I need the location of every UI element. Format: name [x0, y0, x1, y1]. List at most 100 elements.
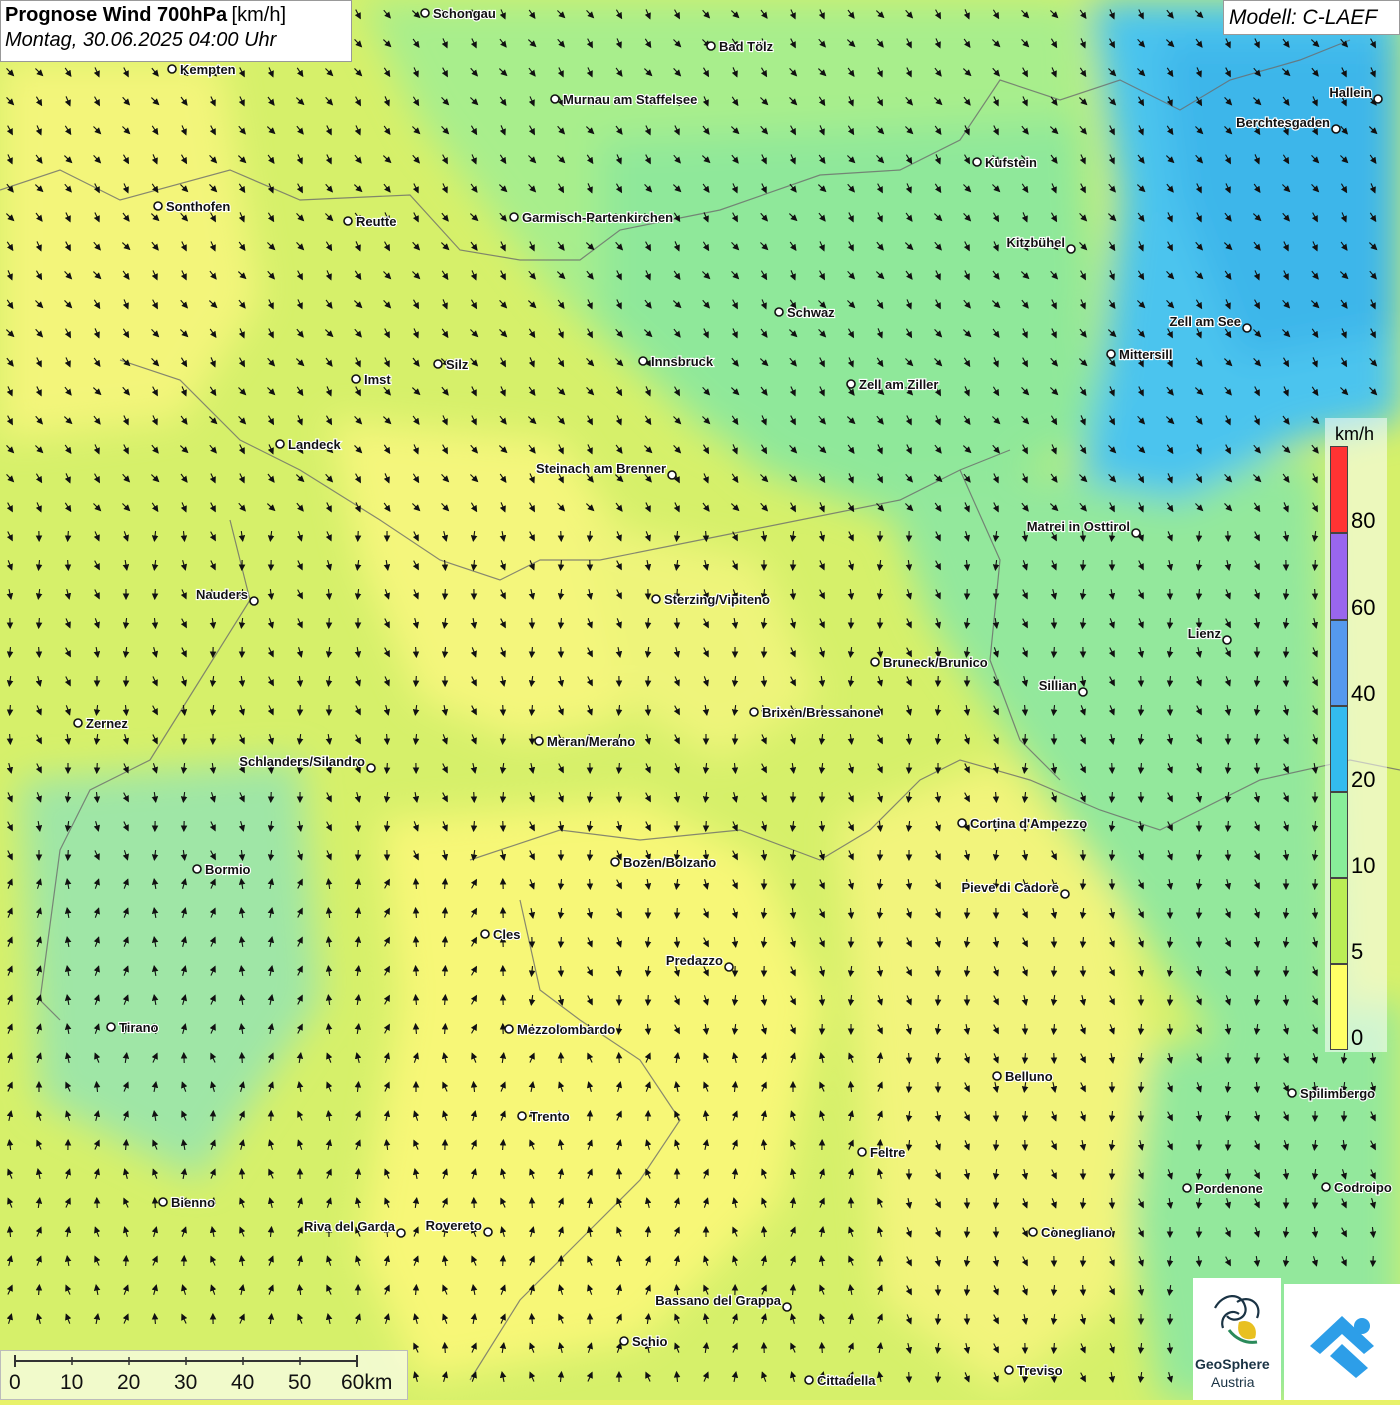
- legend-label-20: 20: [1351, 767, 1375, 793]
- wind-arrow: [387, 763, 388, 773]
- city-dot-icon: [107, 1023, 115, 1031]
- wind-map: SchongauKemptenBad TölzMurnau am Staffel…: [0, 0, 1400, 1400]
- city-dot-icon: [74, 719, 82, 727]
- city-label: Lienz: [1188, 626, 1222, 641]
- city-dot-icon: [1183, 1184, 1191, 1192]
- city-dot-icon: [1029, 1228, 1037, 1236]
- scale-bar: 0 10 20 30 40 50 60km: [0, 1350, 408, 1400]
- city-label: Bienno: [171, 1195, 215, 1210]
- city-label: Pieve di Cadore: [961, 880, 1059, 895]
- city-dot-icon: [168, 65, 176, 73]
- wind-arrow: [1228, 821, 1229, 831]
- wind-arrow: [590, 879, 591, 889]
- color-legend: km/h 80 60 40 20 10 5 0: [1325, 418, 1387, 1052]
- wind-arrow: [996, 1111, 997, 1121]
- scale-label-30: 30: [174, 1371, 197, 1395]
- city-label: Garmisch-Partenkirchen: [522, 210, 673, 225]
- city-label: Tirano: [119, 1020, 159, 1035]
- city-label: Belluno: [1005, 1069, 1053, 1084]
- title-box: Prognose Wind 700hPa [km/h] Montag, 30.0…: [0, 0, 352, 62]
- weather-app-logo[interactable]: [1284, 1284, 1400, 1400]
- city-label: Kufstein: [985, 155, 1037, 170]
- city-dot-icon: [193, 865, 201, 873]
- wind-arrow: [1257, 1053, 1258, 1063]
- wind-arrow: [706, 821, 707, 831]
- city-dot-icon: [871, 658, 879, 666]
- wind-arrow: [1112, 1169, 1113, 1179]
- city-label: Bassano del Grappa: [655, 1293, 781, 1308]
- city-marker: Murnau am Staffelsee: [551, 92, 697, 107]
- city-dot-icon: [367, 764, 375, 772]
- city-label: Innsbruck: [651, 354, 714, 369]
- city-label: Zell am See: [1169, 314, 1241, 329]
- scale-label-60km: 60km: [341, 1371, 392, 1395]
- wind-arrow: [39, 647, 40, 657]
- city-label: Rovereto: [426, 1218, 482, 1233]
- wind-arrow: [1199, 908, 1200, 918]
- geosphere-swirl-icon: [1193, 1278, 1281, 1354]
- city-marker: Bozen/Bolzano: [611, 855, 716, 870]
- scale-ruler: [1, 1351, 409, 1371]
- city-dot-icon: [858, 1148, 866, 1156]
- city-label: Cortina d'Ampezzo: [970, 816, 1087, 831]
- city-dot-icon: [847, 380, 855, 388]
- wind-arrow: [68, 531, 69, 541]
- city-label: Schio: [632, 1334, 667, 1349]
- city-dot-icon: [535, 737, 543, 745]
- city-label: Codroipo: [1334, 1180, 1392, 1195]
- city-dot-icon: [1067, 245, 1075, 253]
- city-dot-icon: [1223, 636, 1231, 644]
- city-label: Conegliano: [1041, 1225, 1112, 1240]
- city-marker: Brixen/Bressanone: [750, 705, 881, 720]
- wind-arrow: [938, 995, 939, 1005]
- city-label: Zernez: [86, 716, 128, 731]
- wind-arrow: [1170, 995, 1171, 1005]
- city-dot-icon: [1374, 95, 1382, 103]
- wind-arrow: [10, 705, 11, 715]
- city-label: Zell am Ziller: [859, 377, 938, 392]
- legend-bar-60: [1330, 533, 1348, 620]
- city-dot-icon: [775, 308, 783, 316]
- wind-arrow: [1141, 1111, 1142, 1121]
- city-label: Berchtesgaden: [1236, 115, 1330, 130]
- wind-arrow: [822, 1343, 823, 1353]
- wind-arrow: [619, 763, 620, 773]
- wind-arrow: [938, 1285, 939, 1295]
- legend-unit: km/h: [1335, 424, 1374, 445]
- legend-bar-20: [1330, 706, 1348, 792]
- city-label: Kitzbühel: [1007, 235, 1066, 250]
- wind-arrow: [735, 734, 736, 744]
- forecast-date: Montag, 30.06.2025 04:00 Uhr: [5, 29, 347, 52]
- wind-arrow: [764, 647, 765, 657]
- wind-arrow: [1054, 647, 1055, 657]
- wind-arrow: [416, 676, 417, 686]
- wind-arrow: [1170, 1024, 1171, 1034]
- city-label: Schongau: [433, 6, 496, 21]
- wind-arrow: [1170, 589, 1171, 599]
- wind-arrow: [1257, 734, 1258, 744]
- model-label: Modell: C-LAEF: [1223, 0, 1400, 35]
- wind-arrow: [619, 792, 620, 802]
- city-label: Spilimbergo: [1300, 1086, 1375, 1101]
- wind-arrow: [126, 1256, 127, 1266]
- wind-arrow: [1286, 647, 1287, 657]
- geosphere-logo[interactable]: GeoSphere Austria: [1193, 1278, 1281, 1400]
- wind-arrow: [1054, 937, 1055, 947]
- geosphere-logo-subtext: Austria: [1211, 1374, 1255, 1390]
- wind-arrow: [561, 937, 562, 947]
- wind-arrow: [1228, 850, 1229, 860]
- wind-arrow: [532, 618, 533, 628]
- city-label: Landeck: [288, 437, 342, 452]
- city-marker: Conegliano: [1029, 1225, 1112, 1240]
- city-dot-icon: [551, 95, 559, 103]
- city-dot-icon: [611, 858, 619, 866]
- city-label: Bruneck/Brunico: [883, 655, 988, 670]
- city-label: Brixen/Bressanone: [762, 705, 881, 720]
- city-dot-icon: [1322, 1183, 1330, 1191]
- legend-bar-40: [1330, 620, 1348, 706]
- legend-label-60: 60: [1351, 595, 1375, 621]
- wind-arrow: [1228, 1140, 1229, 1150]
- city-marker: Bruneck/Brunico: [871, 655, 988, 670]
- wind-arrow: [1112, 763, 1113, 773]
- city-label: Cles: [493, 927, 520, 942]
